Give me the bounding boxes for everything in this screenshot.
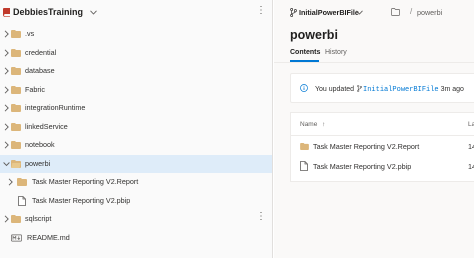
repo-header[interactable]: DebbiesTraining ⋮: [0, 0, 272, 26]
column-header-name-label: Name: [300, 121, 318, 128]
tree-item-credential[interactable]: credential: [0, 44, 272, 62]
tree-item-linked-service[interactable]: linkedService: [0, 118, 272, 136]
folder-icon: [11, 48, 21, 57]
tree-item-label: Fabric: [25, 84, 45, 94]
tree-item-label: README.md: [27, 233, 70, 242]
folder-icon: [11, 122, 21, 131]
chevron-right-icon[interactable]: [3, 122, 10, 131]
folder-icon: [300, 143, 309, 150]
more-options-icon[interactable]: ⋮: [256, 6, 266, 18]
row-last-change: 14: [468, 142, 474, 151]
tree-item-label: Task Master Reporting V2.Report: [32, 177, 139, 186]
tree-item-label: integrationRuntime: [25, 103, 86, 112]
tree-item-label: powerbi: [25, 158, 51, 168]
tree-item-label: .vs: [25, 29, 35, 38]
markdown-icon: [11, 234, 22, 242]
table-row[interactable]: Task Master Reporting V2.pbip 14: [291, 157, 474, 177]
branch-icon: [290, 8, 297, 17]
contents-table: Name ↑ La Task Master Reporting V2.Repor…: [290, 112, 474, 182]
tree-item-powerbi[interactable]: powerbi: [0, 154, 272, 173]
file-icon: [18, 195, 26, 206]
tree-item-label: sqlscript: [25, 214, 52, 223]
tree-item-notebook[interactable]: notebook: [0, 136, 272, 154]
chevron-down-icon[interactable]: [3, 160, 10, 168]
chevron-right-icon[interactable]: [7, 178, 14, 186]
chevron-down-icon[interactable]: [90, 10, 97, 15]
folder-icon: [17, 178, 27, 186]
folder-icon: [11, 215, 21, 223]
chevron-right-icon[interactable]: [3, 85, 10, 94]
tree-item-label: notebook: [25, 140, 55, 149]
row-name[interactable]: Task Master Reporting V2.pbip: [313, 162, 411, 171]
info-icon: [300, 84, 308, 92]
banner-prefix: You updated: [315, 86, 355, 93]
chevron-right-icon[interactable]: [3, 30, 10, 38]
tree-item-vs[interactable]: .vs: [0, 25, 272, 43]
tree-item-pbip-file[interactable]: Task Master Reporting V2.pbip: [0, 192, 272, 210]
chevron-down-icon[interactable]: [356, 10, 363, 15]
tab-contents[interactable]: Contents: [290, 49, 320, 56]
banner-text: You updated InitialPowerBIFile 3m ago: [315, 85, 464, 94]
path-separator: /: [410, 7, 413, 16]
folder-icon: [11, 141, 21, 149]
header-divider: [291, 135, 474, 136]
folder-icon: [11, 85, 21, 94]
chevron-right-icon[interactable]: [3, 104, 10, 112]
repo-name[interactable]: DebbiesTraining: [13, 7, 83, 17]
repo-icon: [3, 8, 10, 17]
tree-item-fabric[interactable]: Fabric: [0, 81, 272, 99]
tree-item-readme[interactable]: README.md: [0, 229, 272, 247]
folder-icon: [11, 104, 21, 112]
column-header-last[interactable]: La: [468, 121, 474, 128]
chevron-right-icon[interactable]: [3, 141, 10, 149]
tree-item-database[interactable]: database: [0, 62, 272, 80]
chevron-right-icon[interactable]: [3, 48, 10, 57]
tree-item-integration-runtime[interactable]: integrationRuntime: [0, 99, 272, 117]
update-banner: You updated InitialPowerBIFile 3m ago: [290, 73, 474, 103]
column-header-name[interactable]: Name ↑: [300, 121, 325, 128]
row-last-change: 14: [468, 162, 474, 171]
table-row[interactable]: Task Master Reporting V2.Report 14: [291, 137, 474, 157]
page-title: powerbi: [290, 28, 338, 42]
banner-time: 3m ago: [440, 86, 464, 93]
folder-open-icon: [11, 159, 21, 168]
tree-item-report-folder[interactable]: Task Master Reporting V2.Report: [0, 173, 272, 191]
tree-item-label: database: [25, 66, 55, 75]
folder-outline-icon[interactable]: [391, 8, 400, 16]
tab-divider: [274, 62, 474, 63]
branch-selector[interactable]: InitialPowerBIFile: [299, 8, 359, 17]
chevron-right-icon[interactable]: [3, 215, 10, 223]
tree-item-label: credential: [25, 47, 57, 57]
folder-icon: [11, 67, 21, 75]
file-tree-panel: DebbiesTraining ⋮ .vs credential databas…: [0, 0, 273, 258]
banner-branch-link[interactable]: InitialPowerBIFile: [363, 86, 439, 94]
tree-item-label: linkedService: [25, 121, 68, 131]
content-panel: InitialPowerBIFile / powerbi powerbi Con…: [274, 0, 474, 258]
file-icon: [300, 161, 308, 171]
tab-history[interactable]: History: [325, 49, 347, 56]
row-name[interactable]: Task Master Reporting V2.Report: [313, 142, 419, 151]
folder-icon: [11, 30, 21, 38]
more-options-icon[interactable]: ⋮: [256, 212, 266, 224]
chevron-right-icon[interactable]: [3, 67, 10, 75]
sort-arrow-icon: ↑: [322, 121, 326, 128]
tree-item-sqlscript[interactable]: sqlscript ⋮: [0, 210, 272, 228]
tree-item-label: Task Master Reporting V2.pbip: [32, 195, 131, 205]
breadcrumb[interactable]: powerbi: [417, 8, 442, 17]
branch-icon: [357, 85, 362, 92]
